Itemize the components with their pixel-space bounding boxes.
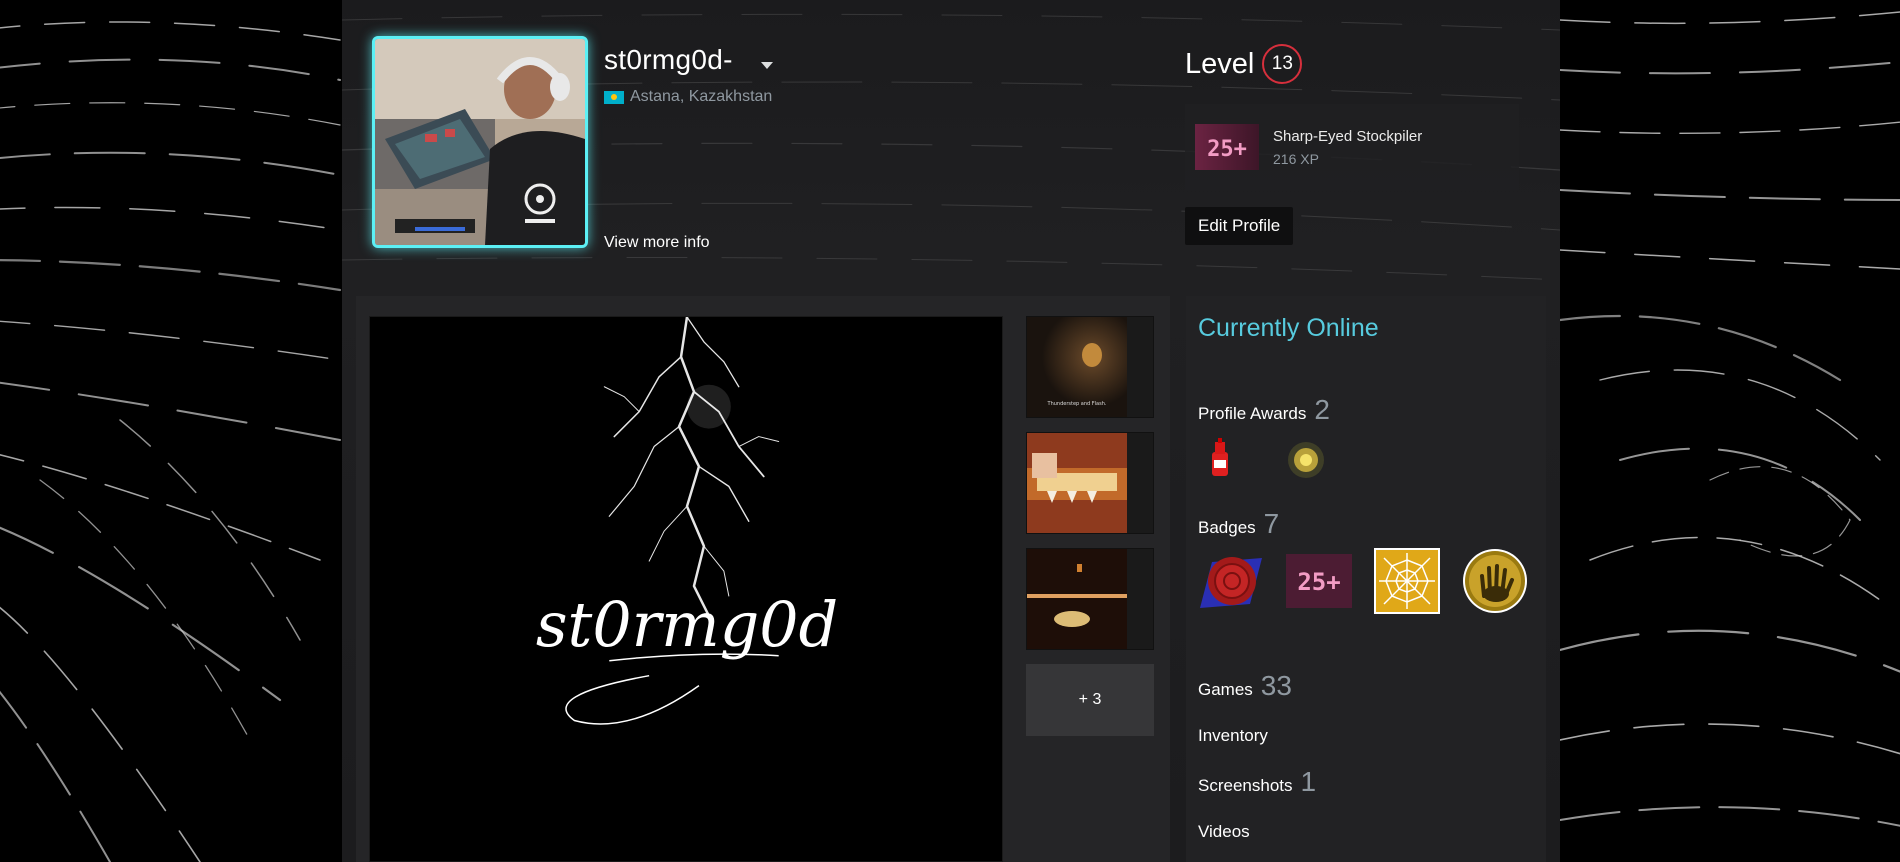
view-more-info-link[interactable]: View more info bbox=[604, 234, 710, 252]
screenshot-thumbnail[interactable] bbox=[1026, 432, 1154, 534]
videos-label: Videos bbox=[1198, 822, 1250, 841]
background-left bbox=[0, 0, 342, 862]
profile-awards-label: Profile Awards bbox=[1198, 404, 1307, 423]
persona-name: st0rmg0d- bbox=[604, 44, 733, 75]
badge-25-text: 25+ bbox=[1297, 568, 1340, 596]
screenshot-thumbnail[interactable]: Thunderstep and Flash. bbox=[1026, 316, 1154, 418]
screenshot-thumbnail[interactable] bbox=[1026, 548, 1154, 650]
edit-profile-button[interactable]: Edit Profile bbox=[1185, 207, 1294, 245]
profile-awards-count: 2 bbox=[1314, 394, 1330, 425]
online-status: Currently Online bbox=[1198, 314, 1379, 342]
screenshots-link[interactable]: Screenshots 1 bbox=[1198, 766, 1316, 798]
award-sun-icon[interactable] bbox=[1286, 438, 1326, 482]
level: Level 13 bbox=[1185, 44, 1303, 84]
games-link[interactable]: Games 33 bbox=[1198, 670, 1292, 702]
screenshots-label: Screenshots bbox=[1198, 776, 1293, 795]
kazakhstan-flag-icon bbox=[604, 90, 624, 104]
seal-badge-icon[interactable] bbox=[1198, 548, 1264, 614]
games-label: Games bbox=[1198, 680, 1253, 699]
badge-icon-text: 25+ bbox=[1207, 137, 1247, 162]
thumbnail-caption: Thunderstep and Flash. bbox=[1047, 401, 1107, 407]
games-count: 33 bbox=[1260, 670, 1292, 701]
sharp-eyed-stockpiler-badge-icon: 25+ bbox=[1195, 124, 1259, 170]
level-value[interactable]: 13 bbox=[1262, 44, 1303, 84]
screenshots-count: 1 bbox=[1300, 766, 1317, 797]
badges-label: Badges bbox=[1198, 518, 1256, 537]
level-label: Level bbox=[1185, 47, 1255, 80]
stockpiler-badge-icon[interactable]: 25+ bbox=[1286, 554, 1352, 608]
location: Astana, Kazakhstan bbox=[604, 88, 772, 106]
more-screenshots-button[interactable]: + 3 bbox=[1026, 664, 1154, 736]
award-ketchup-icon[interactable] bbox=[1200, 438, 1240, 482]
inventory-label: Inventory bbox=[1198, 726, 1268, 745]
profile-awards-link[interactable]: Profile Awards 2 bbox=[1198, 394, 1330, 426]
favorite-badge-name: Sharp-Eyed Stockpiler bbox=[1273, 127, 1423, 145]
web-badge-icon[interactable] bbox=[1374, 548, 1440, 614]
badges-link[interactable]: Badges 7 bbox=[1198, 508, 1279, 540]
background-right bbox=[1560, 0, 1900, 862]
signature-text: st0rmg0d bbox=[536, 589, 838, 661]
screenshot-showcase: st0rmg0d Thunderstep and Flash. + 3 bbox=[356, 296, 1170, 862]
badges-count: 7 bbox=[1263, 508, 1280, 539]
location-text: Astana, Kazakhstan bbox=[630, 88, 773, 105]
inventory-link[interactable]: Inventory bbox=[1198, 726, 1268, 746]
showcase-main-screenshot[interactable]: st0rmg0d bbox=[369, 316, 1003, 862]
favorite-badge[interactable]: 25+ Sharp-Eyed Stockpiler 216 XP bbox=[1185, 104, 1519, 190]
avatar[interactable] bbox=[372, 36, 588, 248]
golden-hand-badge-icon[interactable] bbox=[1462, 548, 1528, 614]
favorite-badge-xp: 216 XP bbox=[1273, 150, 1319, 167]
profile-sidebar: Currently Online Profile Awards 2 Badges… bbox=[1186, 296, 1546, 862]
videos-link[interactable]: Videos bbox=[1198, 822, 1250, 842]
profile-page: st0rmg0d- Astana, Kazakhstan View more i… bbox=[342, 0, 1560, 862]
persona-dropdown-icon[interactable] bbox=[761, 62, 773, 69]
